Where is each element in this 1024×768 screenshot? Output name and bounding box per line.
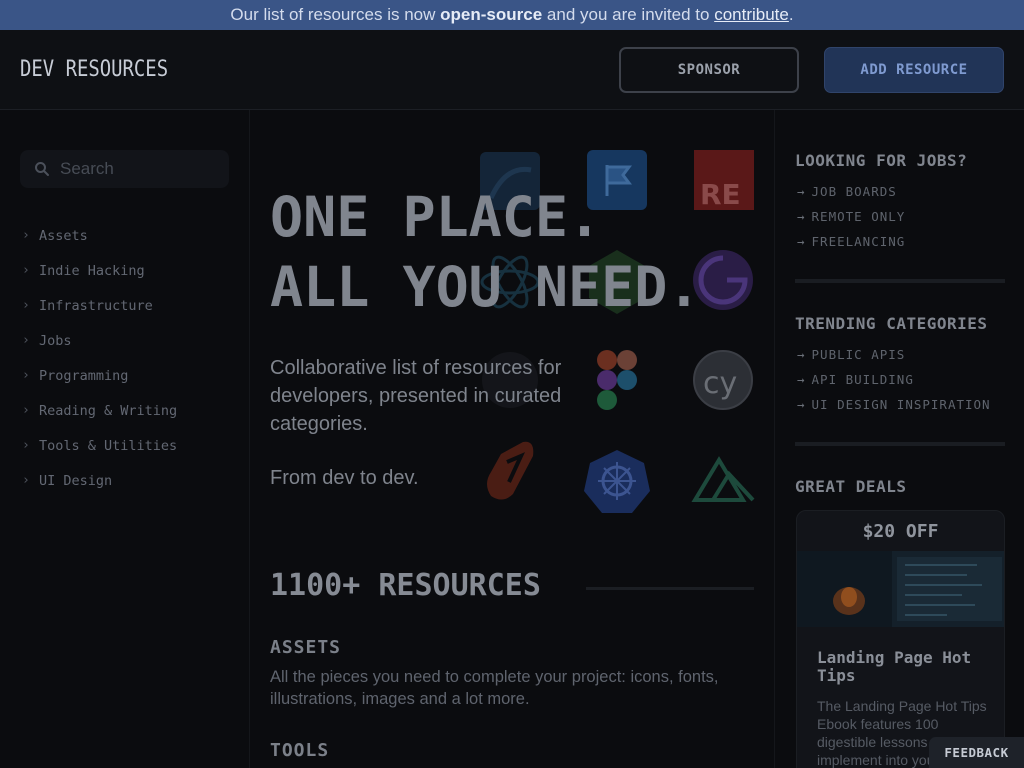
site-header: DEV RESOURCES SPONSOR ADD RESOURCE [0,30,1024,110]
deal-discount-badge: $20 OFF [862,520,939,542]
category-title-tools[interactable]: TOOLS [270,740,329,761]
arrow-right-icon: → [797,209,806,224]
search-box[interactable] [20,150,229,188]
trending-heading: TRENDING CATEGORIES [795,314,988,333]
deal-card[interactable]: $20 OFF Landing Page Hot Tips The Landin… [796,510,1005,768]
sidebar-item-assets[interactable]: › Assets [22,218,177,253]
chevron-right-icon: › [22,298,30,313]
chevron-right-icon: › [22,403,30,418]
cypress-icon: cy [693,350,753,410]
jobs-list: → JOB BOARDS → REMOTE ONLY → FREELANCING [797,179,905,254]
trending-link-label: PUBLIC APIS [811,347,906,362]
job-link-label: JOB BOARDS [811,184,897,199]
site-logo[interactable]: DEV RESOURCES [20,57,168,82]
chevron-right-icon: › [22,368,30,383]
right-sidebar: LOOKING FOR JOBS? → JOB BOARDS → REMOTE ON… [774,110,1024,768]
category-description-assets: All the pieces you need to complete your… [270,668,719,708]
trending-link-api-building[interactable]: → API BUILDING [797,367,991,392]
resources-count-title: 1100+ RESOURCES [270,568,541,603]
banner-highlight: open-source [440,5,543,24]
hero-title: ONE PLACE. ALL YOU NEED. [270,182,700,322]
sidebar-item-programming[interactable]: › Programming [22,358,177,393]
trending-list: → PUBLIC APIS → API BUILDING → UI DESIGN IN… [797,342,991,417]
sponsor-button[interactable]: SPONSOR [619,47,799,93]
arrow-right-icon: → [797,347,806,362]
left-sidebar: › Assets › Indie Hacking › Infrastructure ›… [0,110,250,768]
sidebar-item-jobs[interactable]: › Jobs [22,323,177,358]
sidebar-item-ui-design[interactable]: › UI Design [22,463,177,498]
hero-description: Collaborative list of resources for deve… [270,357,562,435]
sidebar-item-label: Tools & Utilities [39,437,178,454]
deal-image [797,551,1004,627]
announcement-banner: Our list of resources is now open-source… [0,0,1024,30]
hero-line-2: ALL YOU NEED. [270,255,701,319]
banner-text-middle: and you are invited to [546,5,710,24]
deals-heading: GREAT DEALS [795,477,907,496]
job-link-remote-only[interactable]: → REMOTE ONLY [797,204,905,229]
sidebar-item-label: Reading & Writing [39,402,178,419]
arrow-right-icon: → [797,234,806,249]
category-title-assets[interactable]: ASSETS [270,637,341,658]
job-link-label: FREELANCING [811,234,906,249]
job-link-freelancing[interactable]: → FREELANCING [797,229,905,254]
right-divider [795,442,1005,446]
hero-tagline: From dev to dev. [270,467,419,489]
sidebar-item-label: UI Design [39,472,113,489]
svelte-icon [487,441,534,500]
trending-link-label: UI DESIGN INSPIRATION [811,397,991,412]
category-nav: › Assets › Indie Hacking › Infrastructure ›… [22,218,177,498]
figma-icon [597,350,637,410]
sidebar-item-label: Indie Hacking [39,262,145,279]
chevron-right-icon: › [22,228,30,243]
search-icon [35,162,49,176]
banner-text: Our list of resources is now [230,5,436,24]
gatsby-icon [693,250,753,310]
trending-link-ui-design-inspiration[interactable]: → UI DESIGN INSPIRATION [797,392,991,417]
section-divider [586,587,754,590]
nuxt-icon [691,456,755,502]
banner-text-end: . [788,5,794,24]
arrow-right-icon: → [797,372,806,387]
job-link-job-boards[interactable]: → JOB BOARDS [797,179,905,204]
sidebar-item-indie-hacking[interactable]: › Indie Hacking [22,253,177,288]
sidebar-item-label: Jobs [39,332,72,349]
sidebar-item-label: Programming [39,367,129,384]
right-divider [795,279,1005,283]
job-link-label: REMOTE ONLY [811,209,906,224]
kubernetes-icon [584,450,650,513]
contribute-link[interactable]: contribute [714,5,789,25]
sidebar-item-tools-utilities[interactable]: › Tools & Utilities [22,428,177,463]
trending-link-public-apis[interactable]: → PUBLIC APIS [797,342,991,367]
chevron-right-icon: › [22,473,30,488]
chevron-right-icon: › [22,438,30,453]
sidebar-item-reading-writing[interactable]: › Reading & Writing [22,393,177,428]
main-content: RE cy ONE PLACE. ALL YOU NEED. Collabora… [251,110,773,768]
feedback-button[interactable]: FEEDBACK [929,737,1024,768]
arrow-right-icon: → [797,397,806,412]
hero-line-1: ONE PLACE. [270,185,602,249]
sidebar-item-infrastructure[interactable]: › Infrastructure [22,288,177,323]
cy-badge: cy [703,366,737,401]
add-resource-button[interactable]: ADD RESOURCE [824,47,1004,93]
jobs-heading: LOOKING FOR JOBS? [795,151,968,170]
chevron-right-icon: › [22,333,30,348]
deal-title: Landing Page Hot Tips [817,648,972,685]
re-icon: RE [694,150,754,211]
arrow-right-icon: → [797,184,806,199]
re-badge: RE [700,178,741,211]
sidebar-item-label: Assets [39,227,88,244]
chevron-right-icon: › [22,263,30,278]
trending-link-label: API BUILDING [811,372,914,387]
sidebar-item-label: Infrastructure [39,297,153,314]
search-input[interactable] [60,159,220,179]
